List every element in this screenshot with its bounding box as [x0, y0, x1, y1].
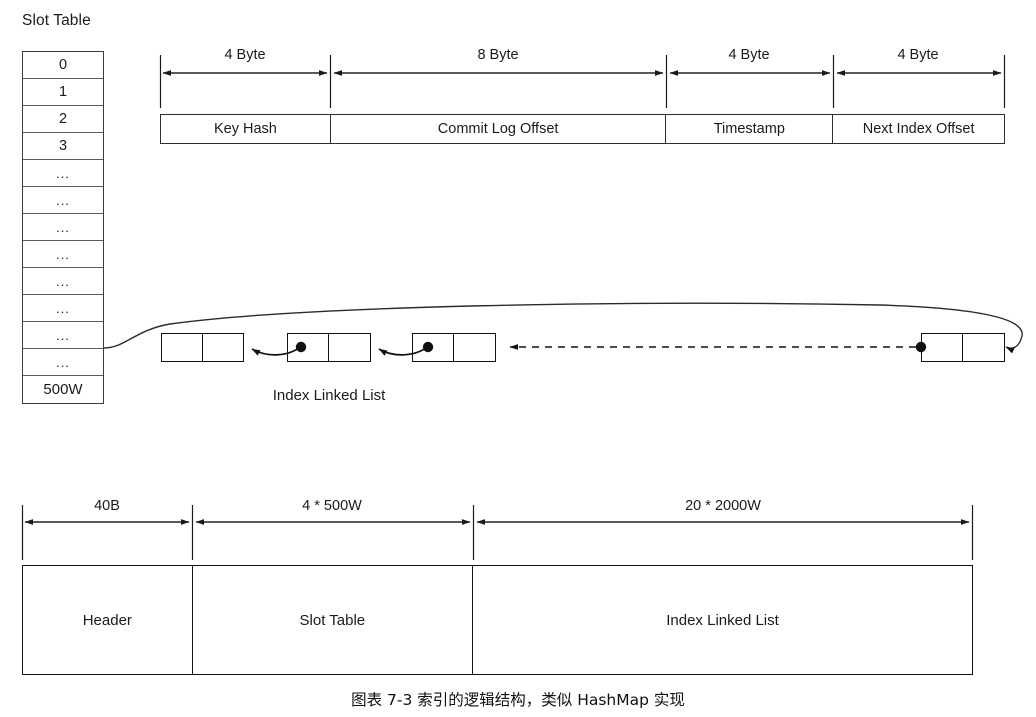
slot-table-cell: ... [23, 187, 103, 214]
node-data-cell [162, 334, 203, 361]
index-record-field: Commit Log Offset [331, 115, 667, 143]
index-record-field: Key Hash [161, 115, 331, 143]
slot-table-cell: ... [23, 241, 103, 268]
size-label-slot-table: 4 * 500W [302, 498, 362, 514]
slot-table-title: Slot Table [22, 12, 91, 29]
node-data-cell [288, 334, 329, 361]
node-pointer-cell [329, 334, 370, 361]
node-pointer-cell [963, 334, 1004, 361]
node-pointer-dots [295, 341, 927, 353]
slot-table-cell: ... [23, 214, 103, 241]
index-linked-list-label: Index Linked List [272, 387, 386, 404]
slot-table-cell: ... [23, 160, 103, 187]
file-layout-segment: Slot Table [193, 566, 474, 674]
slot-table-cell: ... [23, 349, 103, 376]
figure-canvas: Slot Table 0 1 2 3........................ 5… [0, 0, 1036, 717]
list-item [412, 333, 496, 362]
slot-table-cell: 2 [23, 106, 103, 133]
size-label-index-linked-list: 20 * 2000W [685, 498, 761, 514]
slot-table-cell: ... [23, 268, 103, 295]
node-data-cell [413, 334, 454, 361]
node-pointer-cell [203, 334, 244, 361]
slot-table-cell: ... [23, 295, 103, 322]
list-item [287, 333, 371, 362]
size-label-commit-log-offset: 8 Byte [477, 47, 519, 63]
size-label-key-hash: 4 Byte [224, 47, 266, 63]
slot-table: 0 1 2 3........................ 500W [22, 51, 104, 404]
index-record-field-bar: Key Hash Commit Log Offset Timestamp Next I… [160, 114, 1005, 144]
figure-caption: 图表 7-3 索引的逻辑结构，类似 HashMap 实现 [351, 691, 685, 709]
size-label-header: 40B [94, 498, 120, 514]
index-record-field: Next Index Offset [862, 121, 975, 137]
index-record-field: Timestamp [666, 115, 834, 143]
file-layout-segment: Header [23, 566, 193, 674]
file-layout-bar: Header Slot Table Index Linked List [22, 565, 973, 675]
slot-table-cell: 0 [23, 52, 103, 79]
node-data-cell [922, 334, 963, 361]
slot-table-cell: ... [23, 322, 103, 349]
size-label-next-index-offset: 4 Byte [897, 47, 939, 63]
size-label-timestamp: 4 Byte [728, 47, 770, 63]
slot-table-cell: 3 [23, 133, 103, 160]
list-item [161, 333, 244, 362]
list-item [921, 333, 1005, 362]
slot-table-cell: 1 [23, 79, 103, 106]
slot-table-cell: 500W [23, 376, 103, 403]
file-layout-segment: Index Linked List [666, 611, 779, 629]
node-pointer-cell [454, 334, 495, 361]
top-dimension-ticks [159, 55, 1006, 108]
bottom-dimension-ticks [21, 505, 974, 560]
